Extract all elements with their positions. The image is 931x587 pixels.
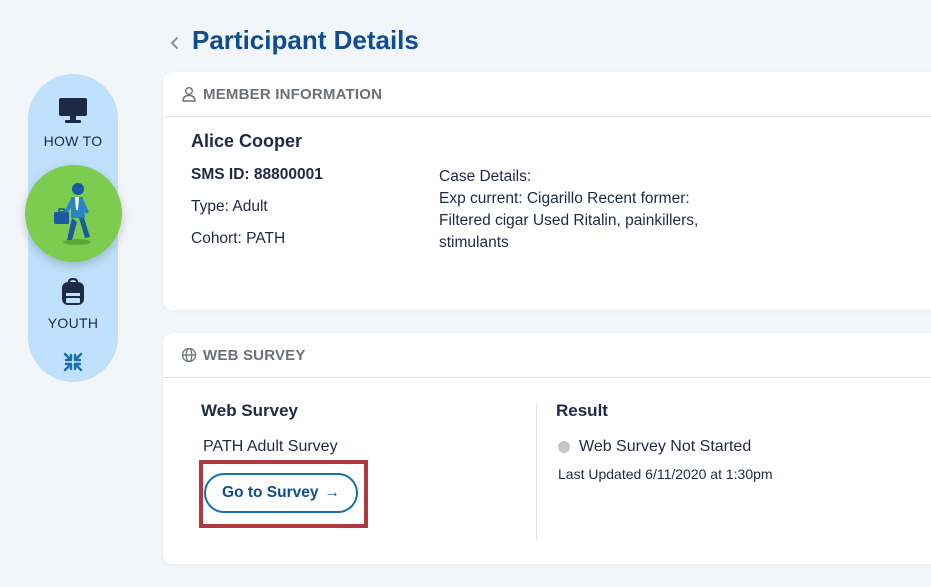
- collapse-button[interactable]: [28, 352, 118, 377]
- backpack-icon: [62, 277, 84, 305]
- web-survey-column-title: Web Survey: [201, 401, 299, 420]
- case-details-label: Case Details:: [439, 168, 532, 185]
- sidebar-item-label: YOUTH: [47, 315, 99, 331]
- sidebar-item-how-to[interactable]: HOW TO: [28, 96, 118, 149]
- case-details-text: Exp current: Cigarillo Recent former: Fi…: [439, 190, 699, 251]
- sidebar-item-label: HOW TO: [43, 133, 103, 149]
- survey-section-title: WEB SURVEY: [203, 346, 306, 364]
- case-details: Case Details: Exp current: Cigarillo Rec…: [439, 166, 739, 254]
- user-icon: [182, 87, 196, 102]
- participant-type: Type: Adult: [191, 198, 268, 215]
- go-to-survey-button[interactable]: Go to Survey →: [204, 473, 358, 513]
- last-updated: Last Updated 6/11/2020 at 1:30pm: [558, 466, 773, 482]
- sidebar-item-adult-active[interactable]: [25, 165, 122, 262]
- survey-status-text: Web Survey Not Started: [579, 438, 752, 455]
- member-section-title: MEMBER INFORMATION: [203, 85, 383, 103]
- monitor-icon: [59, 98, 87, 123]
- globe-icon: [181, 347, 197, 363]
- member-section-header: MEMBER INFORMATION: [163, 72, 931, 117]
- collapse-arrows-icon: [63, 352, 83, 372]
- participant-cohort: Cohort: PATH: [191, 230, 286, 247]
- page-title: Participant Details: [192, 25, 419, 55]
- participant-name: Alice Cooper: [191, 131, 303, 151]
- go-to-survey-label: Go to Survey: [222, 484, 319, 501]
- survey-status: Web Survey Not Started: [558, 438, 751, 456]
- survey-section-header: WEB SURVEY: [163, 333, 931, 378]
- walking-person-briefcase-icon: [53, 182, 91, 245]
- sidebar-item-youth[interactable]: YOUTH: [28, 277, 118, 331]
- survey-name: PATH Adult Survey: [203, 438, 338, 455]
- member-information-card: MEMBER INFORMATION Alice Cooper SMS ID: …: [163, 72, 931, 310]
- sms-id: SMS ID: 88800001: [191, 166, 323, 183]
- column-divider: [536, 403, 537, 540]
- result-column-title: Result: [556, 401, 608, 420]
- web-survey-card: WEB SURVEY Web Survey PATH Adult Survey …: [163, 333, 931, 564]
- chevron-left-icon[interactable]: [168, 34, 182, 52]
- status-dot-icon: [558, 441, 570, 453]
- arrow-right-icon: →: [324, 484, 340, 501]
